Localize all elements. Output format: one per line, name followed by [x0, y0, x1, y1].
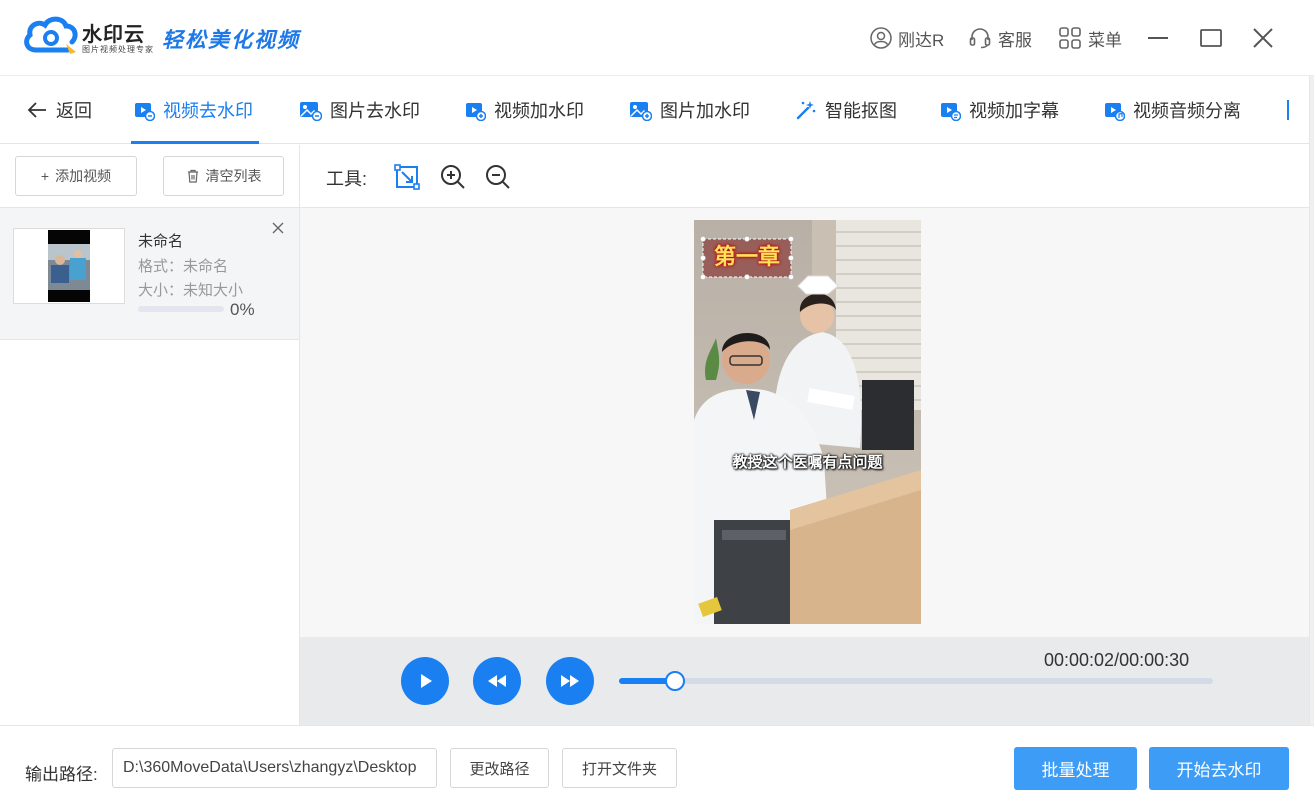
seek-handle[interactable] [664, 671, 685, 691]
file-format: 格式：未命名 [138, 258, 229, 275]
seek-bar[interactable] [619, 671, 1213, 691]
file-progress-text: 0% [230, 300, 255, 319]
tab-image-add-watermark[interactable]: 图片加水印 [628, 76, 750, 144]
user-account-button[interactable]: 刚达R [870, 24, 944, 52]
more-tabs-indicator [1287, 100, 1289, 120]
thumbnail-frame [48, 230, 90, 302]
add-video-label: 添加视频 [55, 168, 112, 184]
clear-list-button[interactable]: 清空列表 [163, 156, 284, 196]
file-list-panel: + 添加视频 清空列表 未命名 格式：未命名 大小：未知大小 0% [0, 145, 300, 725]
back-label: 返回 [56, 101, 92, 121]
close-window-button[interactable] [1247, 22, 1279, 54]
feature-nav: 返回 视频去水印 图片去水印 视频加水印 图片加水印 智能抠图 视频加字幕 视频… [0, 76, 1314, 144]
rewind-icon [488, 675, 506, 687]
clear-list-label: 清空列表 [205, 168, 262, 184]
tab-label: 视频音频分离 [1133, 101, 1241, 121]
tab-label: 智能抠图 [825, 101, 897, 121]
arrow-left-icon [27, 102, 46, 118]
brand-subtitle: 图片视频处理专家 [82, 45, 154, 54]
user-name: 刚达R [898, 30, 945, 50]
menu-label: 菜单 [1088, 30, 1122, 50]
preview-canvas: 第一章 教授这个医嘱有点问题 [300, 208, 1309, 637]
remove-file-icon[interactable] [270, 220, 286, 236]
tab-video-audio-split[interactable]: 视频音频分离 [1103, 76, 1241, 144]
zoom-in-icon[interactable] [439, 163, 467, 191]
play-button[interactable] [401, 657, 449, 705]
output-bar: 输出路径: 更改路径 打开文件夹 批量处理 开始去水印 [0, 725, 1314, 810]
file-size: 大小：未知大小 [138, 282, 244, 299]
video-subtitle-text: 教授这个医嘱有点问题 [732, 453, 883, 471]
video-subtitle-icon [941, 103, 961, 121]
active-tab-indicator [131, 141, 259, 144]
tab-video-remove-watermark[interactable]: 视频去水印 [133, 76, 253, 144]
playback-controls: 00:00:02/00:00:30 [300, 637, 1309, 725]
start-remove-watermark-button[interactable]: 开始去水印 [1149, 747, 1289, 790]
tool-bar: 工具: [300, 145, 1309, 208]
open-folder-button[interactable]: 打开文件夹 [562, 748, 677, 788]
video-scene-image [694, 220, 921, 624]
cloud-logo-icon [24, 16, 78, 54]
file-progress-bar [138, 306, 224, 312]
tab-video-add-watermark[interactable]: 视频加水印 [464, 76, 584, 144]
grid-menu-icon [1059, 27, 1081, 49]
tab-label: 视频加字幕 [969, 101, 1059, 121]
plus-icon: + [40, 168, 50, 184]
tab-smart-cutout[interactable]: 智能抠图 [795, 76, 897, 144]
maximize-icon [1200, 29, 1222, 47]
video-audio-icon [1105, 103, 1125, 121]
select-region-icon[interactable] [393, 163, 421, 191]
watermark-title-text: 第一章 [713, 245, 780, 270]
file-name: 未命名 [138, 233, 184, 250]
customer-service-button[interactable]: 客服 [968, 24, 1032, 52]
file-list-item[interactable]: 未命名 格式：未命名 大小：未知大小 0% [0, 208, 299, 340]
user-icon [870, 27, 892, 49]
minimize-icon [1148, 37, 1168, 39]
add-video-button[interactable]: + 添加视频 [15, 156, 137, 196]
tab-label: 视频加水印 [494, 101, 584, 121]
close-icon [1253, 28, 1273, 48]
image-remove-icon [300, 102, 322, 121]
tab-label: 图片加水印 [660, 101, 750, 121]
batch-process-button[interactable]: 批量处理 [1014, 747, 1137, 790]
headset-icon [969, 28, 991, 49]
menu-button[interactable]: 菜单 [1058, 24, 1122, 52]
tab-video-add-subtitles[interactable]: 视频加字幕 [939, 76, 1059, 144]
image-add-icon [630, 102, 652, 121]
window-scrollbar[interactable] [1309, 76, 1314, 736]
fast-forward-button[interactable] [546, 657, 594, 705]
zoom-out-icon[interactable] [484, 163, 512, 191]
video-thumbnail [13, 228, 125, 304]
minimize-button[interactable] [1142, 22, 1174, 54]
back-button[interactable]: 返回 [26, 76, 92, 144]
magic-wand-icon [796, 101, 816, 120]
customer-service-label: 客服 [998, 30, 1032, 50]
slogan: 轻松美化视频 [162, 27, 300, 52]
tab-image-remove-watermark[interactable]: 图片去水印 [298, 76, 420, 144]
title-bar: 水印云 图片视频处理专家 轻松美化视频 刚达R 客服 菜单 [0, 0, 1314, 76]
play-icon [421, 674, 432, 688]
video-preview[interactable]: 第一章 教授这个医嘱有点问题 [694, 220, 921, 624]
output-path-field[interactable] [112, 748, 437, 788]
rewind-button[interactable] [473, 657, 521, 705]
brand-name: 水印云 [82, 24, 145, 46]
timecode: 00:00:02/00:00:30 [1044, 650, 1190, 670]
output-path-label: 输出路径: [25, 765, 98, 784]
maximize-button[interactable] [1195, 22, 1227, 54]
tab-label: 图片去水印 [330, 101, 420, 121]
change-path-button[interactable]: 更改路径 [450, 748, 549, 788]
trash-icon [187, 169, 198, 183]
tool-label: 工具: [326, 169, 368, 189]
tab-label: 视频去水印 [163, 101, 253, 121]
video-add-icon [466, 103, 486, 121]
video-remove-icon [135, 103, 155, 121]
fast-forward-icon [561, 675, 579, 687]
